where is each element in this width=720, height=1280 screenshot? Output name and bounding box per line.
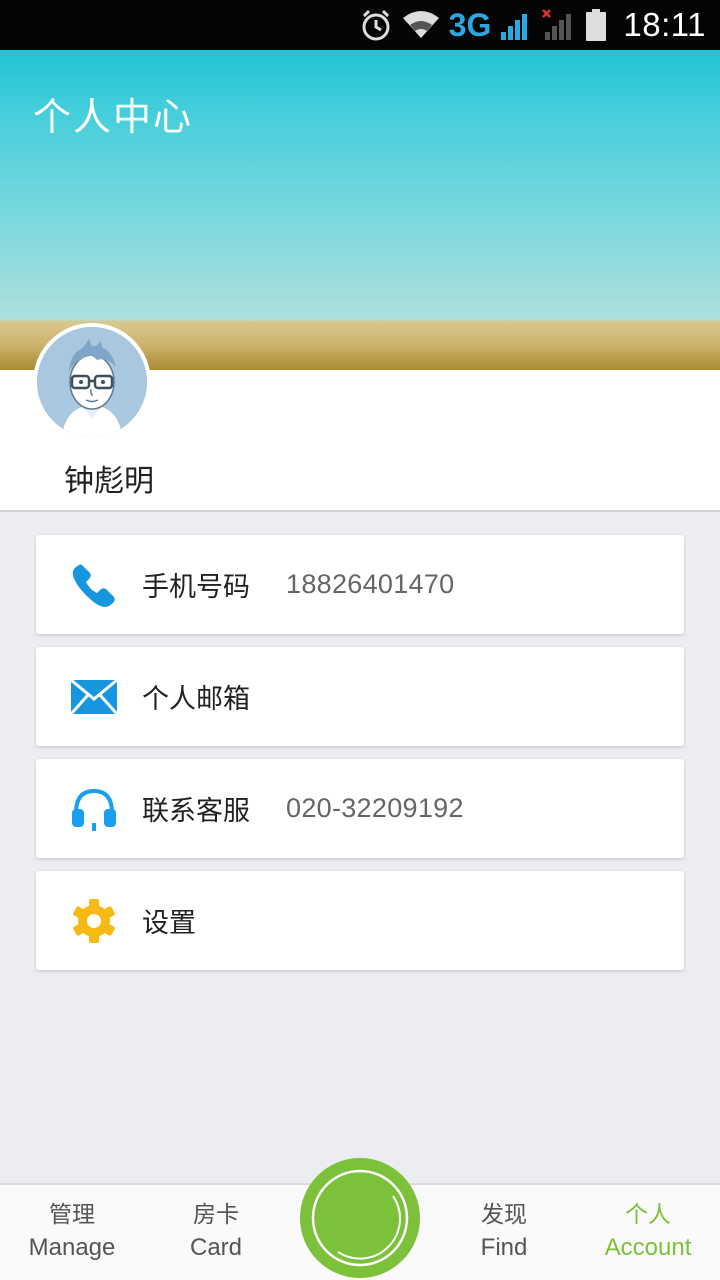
- menu-item-label: 手机号码: [142, 572, 250, 603]
- nav-label-cn: 管理: [49, 1202, 95, 1228]
- nav-item-manage[interactable]: 管理 Manage: [0, 1199, 144, 1265]
- profile-section: 钟彪明: [0, 323, 720, 512]
- page-title: 个人中心: [33, 95, 194, 139]
- wifi-icon: [401, 8, 441, 42]
- username: 钟彪明: [64, 464, 154, 499]
- menu-item-settings[interactable]: 设置: [36, 871, 684, 970]
- clock: 18:11: [623, 6, 706, 43]
- menu-list: 手机号码 18826401470 个人邮箱 联系客服 020-32209192: [36, 535, 684, 983]
- header-banner: 个人中心: [0, 50, 720, 370]
- menu-item-phone[interactable]: 手机号码 18826401470: [36, 535, 684, 634]
- ring-icon: [311, 1169, 409, 1267]
- nav-label-en: Find: [480, 1234, 528, 1261]
- phone-number-value: 18826401470: [286, 569, 455, 599]
- avatar-cartoon-icon: [37, 327, 147, 437]
- menu-item-label: 个人邮箱: [142, 684, 250, 715]
- nav-label-cn: 房卡: [193, 1202, 239, 1228]
- nav-item-card[interactable]: 房卡 Card: [144, 1199, 288, 1265]
- center-action-button[interactable]: [300, 1158, 420, 1278]
- alarm-icon: [359, 8, 393, 42]
- signal-no-service-icon: [541, 8, 577, 42]
- network-type-label: 3G: [448, 7, 492, 43]
- nav-item-find[interactable]: 发现 Find: [432, 1199, 576, 1265]
- status-bar: 3G 18:11: [0, 0, 720, 50]
- nav-item-account[interactable]: 个人 Account: [576, 1199, 720, 1265]
- menu-item-customer-service[interactable]: 联系客服 020-32209192: [36, 759, 684, 858]
- gear-icon: [64, 891, 124, 951]
- headset-icon: [64, 779, 124, 839]
- signal-icon: [499, 8, 533, 42]
- battery-icon: [585, 8, 607, 42]
- mail-icon: [64, 667, 124, 727]
- nav-label-en: Manage: [28, 1234, 116, 1261]
- menu-item-label: 联系客服: [142, 796, 250, 827]
- nav-label-cn: 发现: [481, 1202, 527, 1228]
- phone-icon: [64, 555, 124, 615]
- nav-label-en: Card: [189, 1234, 243, 1261]
- menu-item-label: 设置: [142, 908, 196, 939]
- avatar[interactable]: [33, 323, 151, 441]
- status-icons: 3G 18:11: [359, 6, 706, 44]
- nav-label-en: Account: [604, 1234, 692, 1261]
- nav-label-cn: 个人: [625, 1202, 671, 1228]
- menu-item-email[interactable]: 个人邮箱: [36, 647, 684, 746]
- service-phone-value: 020-32209192: [286, 793, 464, 823]
